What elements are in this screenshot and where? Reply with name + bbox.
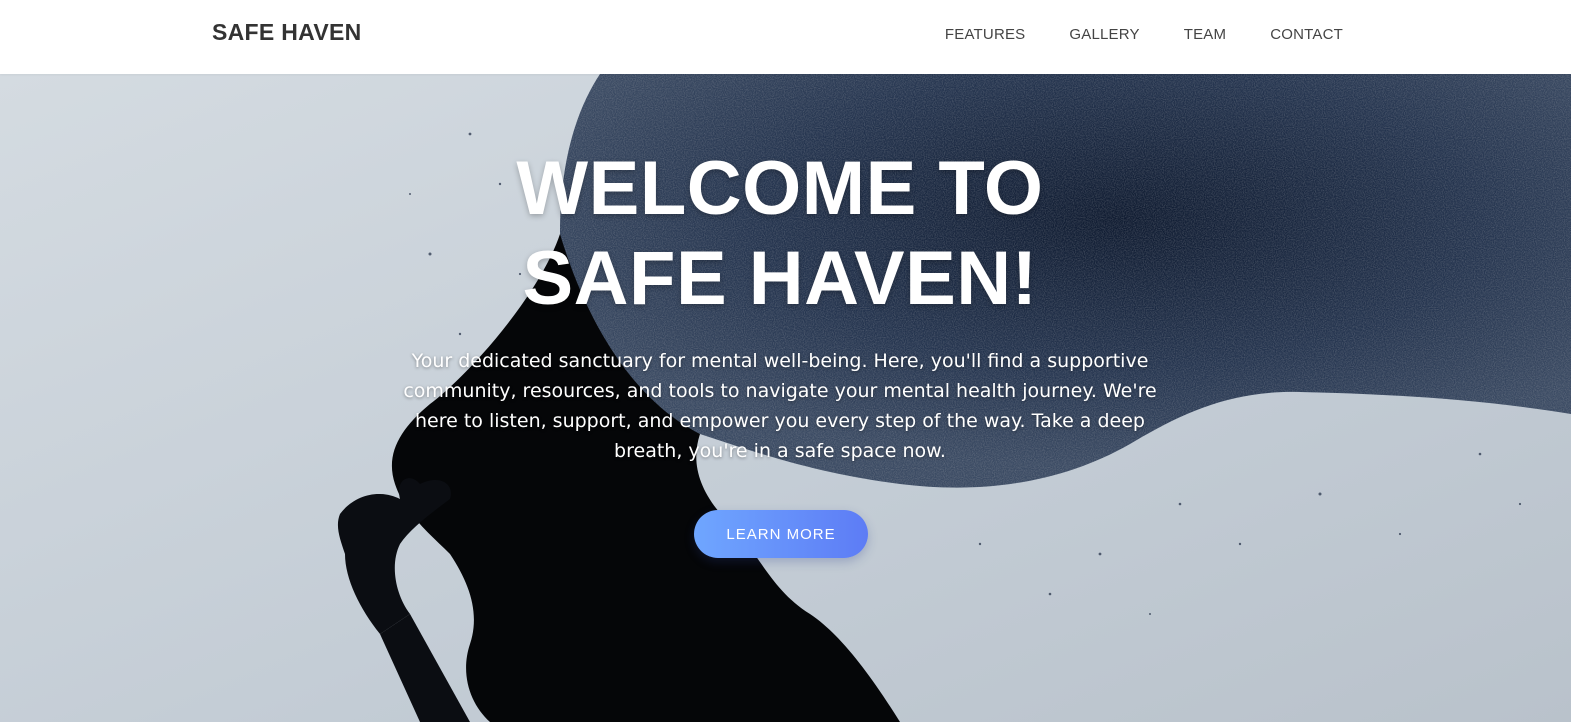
- nav-item-features[interactable]: FEATURES: [945, 26, 1026, 43]
- hero-description: Your dedicated sanctuary for mental well…: [403, 350, 1157, 462]
- nav-item-team[interactable]: TEAM: [1184, 26, 1226, 43]
- hero-title: WELCOME TO SAFE HAVEN!: [380, 144, 1180, 324]
- nav-item-contact[interactable]: CONTACT: [1270, 26, 1343, 43]
- hero-section: WELCOME TO SAFE HAVEN! Your dedicated sa…: [0, 74, 1571, 722]
- hero-title-line-1: WELCOME TO: [516, 146, 1044, 231]
- main-nav: FEATURES GALLERY TEAM CONTACT: [945, 26, 1343, 43]
- hero-title-line-2: SAFE HAVEN!: [522, 236, 1038, 321]
- top-navbar: SAFE HAVEN FEATURES GALLERY TEAM CONTACT: [0, 0, 1571, 74]
- brand-logo[interactable]: SAFE HAVEN: [212, 19, 362, 46]
- hero-content: WELCOME TO SAFE HAVEN! Your dedicated sa…: [380, 144, 1180, 466]
- nav-item-gallery[interactable]: GALLERY: [1069, 26, 1139, 43]
- learn-more-button[interactable]: LEARN MORE: [694, 510, 868, 558]
